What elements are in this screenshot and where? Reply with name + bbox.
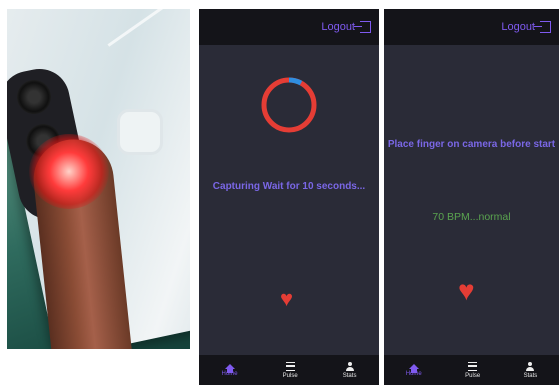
home-icon [224,363,235,373]
bottom-nav: Home Pulse Stats [199,355,379,385]
app-header: Logout [384,9,559,45]
logout-label: Logout [501,21,535,33]
logout-button[interactable]: Logout [321,21,371,33]
progress-ring-track [261,77,317,133]
fingerprint-sensor [117,109,163,155]
nav-home[interactable]: Home [406,363,422,377]
nav-stats[interactable]: Stats [523,361,538,379]
flash-glow [29,134,109,209]
result-screen: Logout Place finger on camera before sta… [384,9,559,385]
nav-pulse-label: Pulse [282,372,298,379]
capture-status-text: Capturing Wait for 10 seconds... [212,181,366,192]
capturing-screen: Logout Capturing Wait for 10 seconds... … [199,9,379,385]
nav-pulse[interactable]: Pulse [465,361,481,379]
user-icon [526,361,535,371]
logout-label: Logout [321,21,355,33]
heart-icon: ♥ [458,275,475,306]
menu-icon [468,361,478,371]
finger-on-camera-photo [7,9,190,349]
logout-button[interactable]: Logout [501,21,551,33]
menu-icon [285,361,295,371]
bpm-reading: 70 BPM...normal [432,211,511,223]
nav-stats-label: Stats [342,372,357,379]
heart-icon: ♥ [280,286,294,311]
home-icon [408,363,419,373]
camera-lens [13,76,55,118]
capture-progress-ring [261,77,317,133]
user-icon [345,361,354,371]
logout-icon [534,21,551,33]
nav-stats[interactable]: Stats [342,361,357,379]
logout-icon [354,21,371,33]
instruction-text: Place finger on camera before start [387,139,556,150]
nav-stats-label: Stats [523,372,538,379]
nav-pulse-label: Pulse [465,372,481,379]
bottom-nav: Home Pulse Stats [384,355,559,385]
nav-pulse[interactable]: Pulse [282,361,298,379]
nav-home[interactable]: Home [222,363,238,377]
app-header: Logout [199,9,379,45]
